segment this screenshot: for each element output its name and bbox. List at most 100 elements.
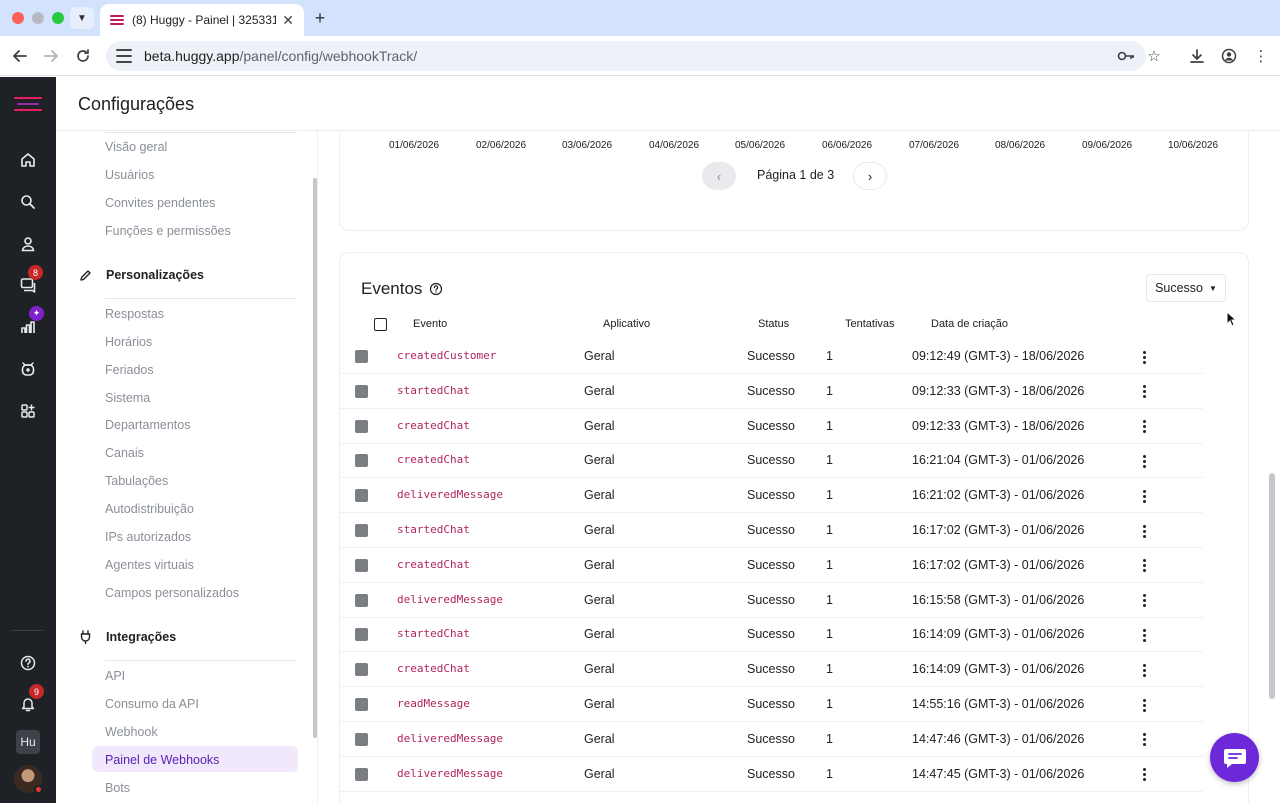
menu-item-sistema[interactable]: Sistema bbox=[105, 391, 150, 405]
menu-item-autodistribuicao[interactable]: Autodistribuição bbox=[105, 502, 194, 516]
chat-launcher-button[interactable] bbox=[1210, 733, 1259, 782]
page-scrollbar[interactable] bbox=[1269, 473, 1275, 699]
menu-item-convites[interactable]: Convites pendentes bbox=[105, 196, 216, 210]
row-checkbox[interactable] bbox=[355, 663, 368, 677]
contacts-icon[interactable] bbox=[16, 232, 40, 256]
menu-item-webhook[interactable]: Webhook bbox=[105, 725, 158, 739]
forward-button[interactable] bbox=[39, 44, 63, 68]
table-row[interactable]: startedChat Geral Sucesso 1 09:12:33 (GMT-3)… bbox=[340, 374, 1203, 409]
more-options-icon[interactable] bbox=[1136, 661, 1152, 679]
menu-item-campos[interactable]: Campos personalizados bbox=[105, 586, 239, 600]
table-row[interactable]: startedChat Geral Sucesso 1 16:14:09 (GMT-3)… bbox=[340, 617, 1203, 653]
tab-search-button[interactable]: ▼ bbox=[70, 7, 94, 29]
table-row[interactable]: createdCustomer Geral Sucesso 1 09:12:49 (GM… bbox=[340, 339, 1203, 374]
menu-section-integracoes[interactable]: Integrações bbox=[78, 630, 176, 644]
more-options-icon[interactable] bbox=[1136, 418, 1152, 436]
menu-item-horarios[interactable]: Horários bbox=[105, 335, 152, 349]
column-header-tentativas[interactable]: Tentativas bbox=[845, 318, 895, 330]
row-checkbox[interactable] bbox=[355, 767, 368, 781]
column-header-status[interactable]: Status bbox=[758, 318, 789, 330]
reload-button[interactable] bbox=[71, 44, 95, 68]
menu-item-visao-geral[interactable]: Visão geral bbox=[105, 140, 167, 154]
site-info-icon[interactable] bbox=[116, 49, 132, 63]
menu-section-personalizacoes[interactable]: Personalizações bbox=[78, 268, 204, 282]
row-checkbox[interactable] bbox=[355, 698, 368, 711]
table-row[interactable]: createdChat Geral Sucesso 1 16:17:02 (GMT-3)… bbox=[340, 548, 1203, 583]
menu-scrollbar[interactable] bbox=[313, 178, 317, 738]
table-row[interactable]: createdChat Geral Sucesso 1 09:12:33 (GMT-3)… bbox=[340, 409, 1203, 444]
address-bar[interactable]: beta.huggy.app/panel/config/webhookTrack… bbox=[106, 41, 1146, 71]
table-row[interactable]: deliveredMessage Geral Sucesso 1 16:15:58 (G… bbox=[340, 583, 1203, 618]
minimize-window-button[interactable] bbox=[32, 12, 44, 24]
table-row[interactable]: deliveredMessage Geral Sucesso 1 14:47:45 (G… bbox=[340, 757, 1203, 792]
more-options-icon[interactable] bbox=[1136, 522, 1152, 540]
table-row[interactable]: createdChat Geral Sucesso 1 16:21:04 (GMT-3)… bbox=[340, 443, 1203, 479]
table-row[interactable]: readMessage Geral Sucesso 1 14:55:16 (GMT-3)… bbox=[340, 687, 1203, 722]
row-checkbox[interactable] bbox=[355, 732, 368, 746]
row-checkbox[interactable] bbox=[355, 524, 368, 537]
table-row[interactable]: startedChat Geral Sucesso 1 16:17:02 (GMT-3)… bbox=[340, 513, 1203, 548]
more-options-icon[interactable] bbox=[1136, 696, 1152, 714]
new-tab-button[interactable]: + bbox=[310, 8, 330, 28]
row-checkbox[interactable] bbox=[355, 489, 368, 503]
apps-icon[interactable] bbox=[16, 399, 40, 423]
download-icon[interactable] bbox=[1185, 44, 1209, 68]
select-all-checkbox[interactable] bbox=[374, 318, 387, 331]
more-options-icon[interactable] bbox=[1136, 557, 1152, 575]
menu-item-respostas[interactable]: Respostas bbox=[105, 307, 164, 321]
menu-item-departamentos[interactable]: Departamentos bbox=[105, 418, 190, 432]
next-page-button[interactable]: › bbox=[853, 162, 887, 190]
password-key-icon[interactable] bbox=[1114, 44, 1138, 68]
user-avatar[interactable] bbox=[14, 765, 43, 794]
huggy-logo-icon[interactable] bbox=[14, 97, 42, 111]
column-header-data[interactable]: Data de criação bbox=[931, 318, 1008, 330]
more-options-icon[interactable] bbox=[1136, 487, 1152, 505]
search-icon[interactable] bbox=[16, 190, 40, 214]
more-options-icon[interactable] bbox=[1136, 766, 1152, 784]
column-header-evento[interactable]: Evento bbox=[413, 318, 447, 330]
previous-page-button[interactable]: ‹ bbox=[702, 162, 736, 190]
column-header-aplicativo[interactable]: Aplicativo bbox=[603, 318, 650, 330]
menu-item-tabulacoes[interactable]: Tabulações bbox=[105, 474, 168, 488]
row-checkbox[interactable] bbox=[355, 419, 368, 433]
more-options-icon[interactable] bbox=[1136, 592, 1152, 610]
event-attempts: 1 bbox=[826, 592, 833, 607]
menu-item-funcoes[interactable]: Funções e permissões bbox=[105, 224, 231, 238]
menu-item-feriados[interactable]: Feriados bbox=[105, 363, 154, 377]
status-filter-select[interactable]: Sucesso ▼ bbox=[1146, 274, 1226, 302]
workspace-switcher[interactable]: Hu bbox=[16, 730, 40, 754]
bot-icon[interactable] bbox=[16, 357, 40, 381]
row-checkbox[interactable] bbox=[355, 628, 368, 642]
row-checkbox[interactable] bbox=[355, 350, 368, 363]
table-row[interactable]: createdChat Geral Sucesso 1 16:14:09 (GMT-3)… bbox=[340, 652, 1203, 688]
menu-item-bots[interactable]: Bots bbox=[105, 781, 130, 795]
menu-item-usuarios[interactable]: Usuários bbox=[105, 168, 154, 182]
browser-menu-icon[interactable]: ⋮ bbox=[1249, 44, 1273, 68]
close-window-button[interactable] bbox=[12, 12, 24, 24]
row-checkbox[interactable] bbox=[355, 593, 368, 607]
more-options-icon[interactable] bbox=[1136, 348, 1152, 366]
maximize-window-button[interactable] bbox=[52, 12, 64, 24]
more-options-icon[interactable] bbox=[1136, 383, 1152, 401]
back-button[interactable] bbox=[8, 44, 32, 68]
menu-item-consumo-api[interactable]: Consumo da API bbox=[105, 697, 199, 711]
menu-item-agentes[interactable]: Agentes virtuais bbox=[105, 558, 194, 572]
row-checkbox[interactable] bbox=[355, 454, 368, 468]
table-row[interactable]: deliveredMessage Geral Sucesso 1 14:47:46 (G… bbox=[340, 722, 1203, 757]
home-icon[interactable] bbox=[16, 148, 40, 172]
more-options-icon[interactable] bbox=[1136, 731, 1152, 749]
bookmark-star-icon[interactable]: ☆ bbox=[1142, 44, 1166, 68]
browser-tab[interactable]: (8) Huggy - Painel | 325331 ✕ bbox=[100, 4, 304, 36]
menu-item-canais[interactable]: Canais bbox=[105, 446, 144, 460]
more-options-icon[interactable] bbox=[1136, 452, 1152, 470]
menu-item-ips[interactable]: IPs autorizados bbox=[105, 530, 191, 544]
help-icon[interactable] bbox=[429, 282, 443, 296]
help-circle-icon[interactable] bbox=[16, 651, 40, 675]
more-options-icon[interactable] bbox=[1136, 626, 1152, 644]
table-row[interactable]: deliveredMessage Geral Sucesso 1 16:21:02 (G… bbox=[340, 478, 1203, 514]
row-checkbox[interactable] bbox=[355, 384, 368, 398]
profile-icon[interactable] bbox=[1217, 44, 1241, 68]
close-tab-icon[interactable]: ✕ bbox=[282, 12, 294, 29]
menu-item-api[interactable]: API bbox=[105, 669, 125, 683]
row-checkbox[interactable] bbox=[355, 558, 368, 572]
